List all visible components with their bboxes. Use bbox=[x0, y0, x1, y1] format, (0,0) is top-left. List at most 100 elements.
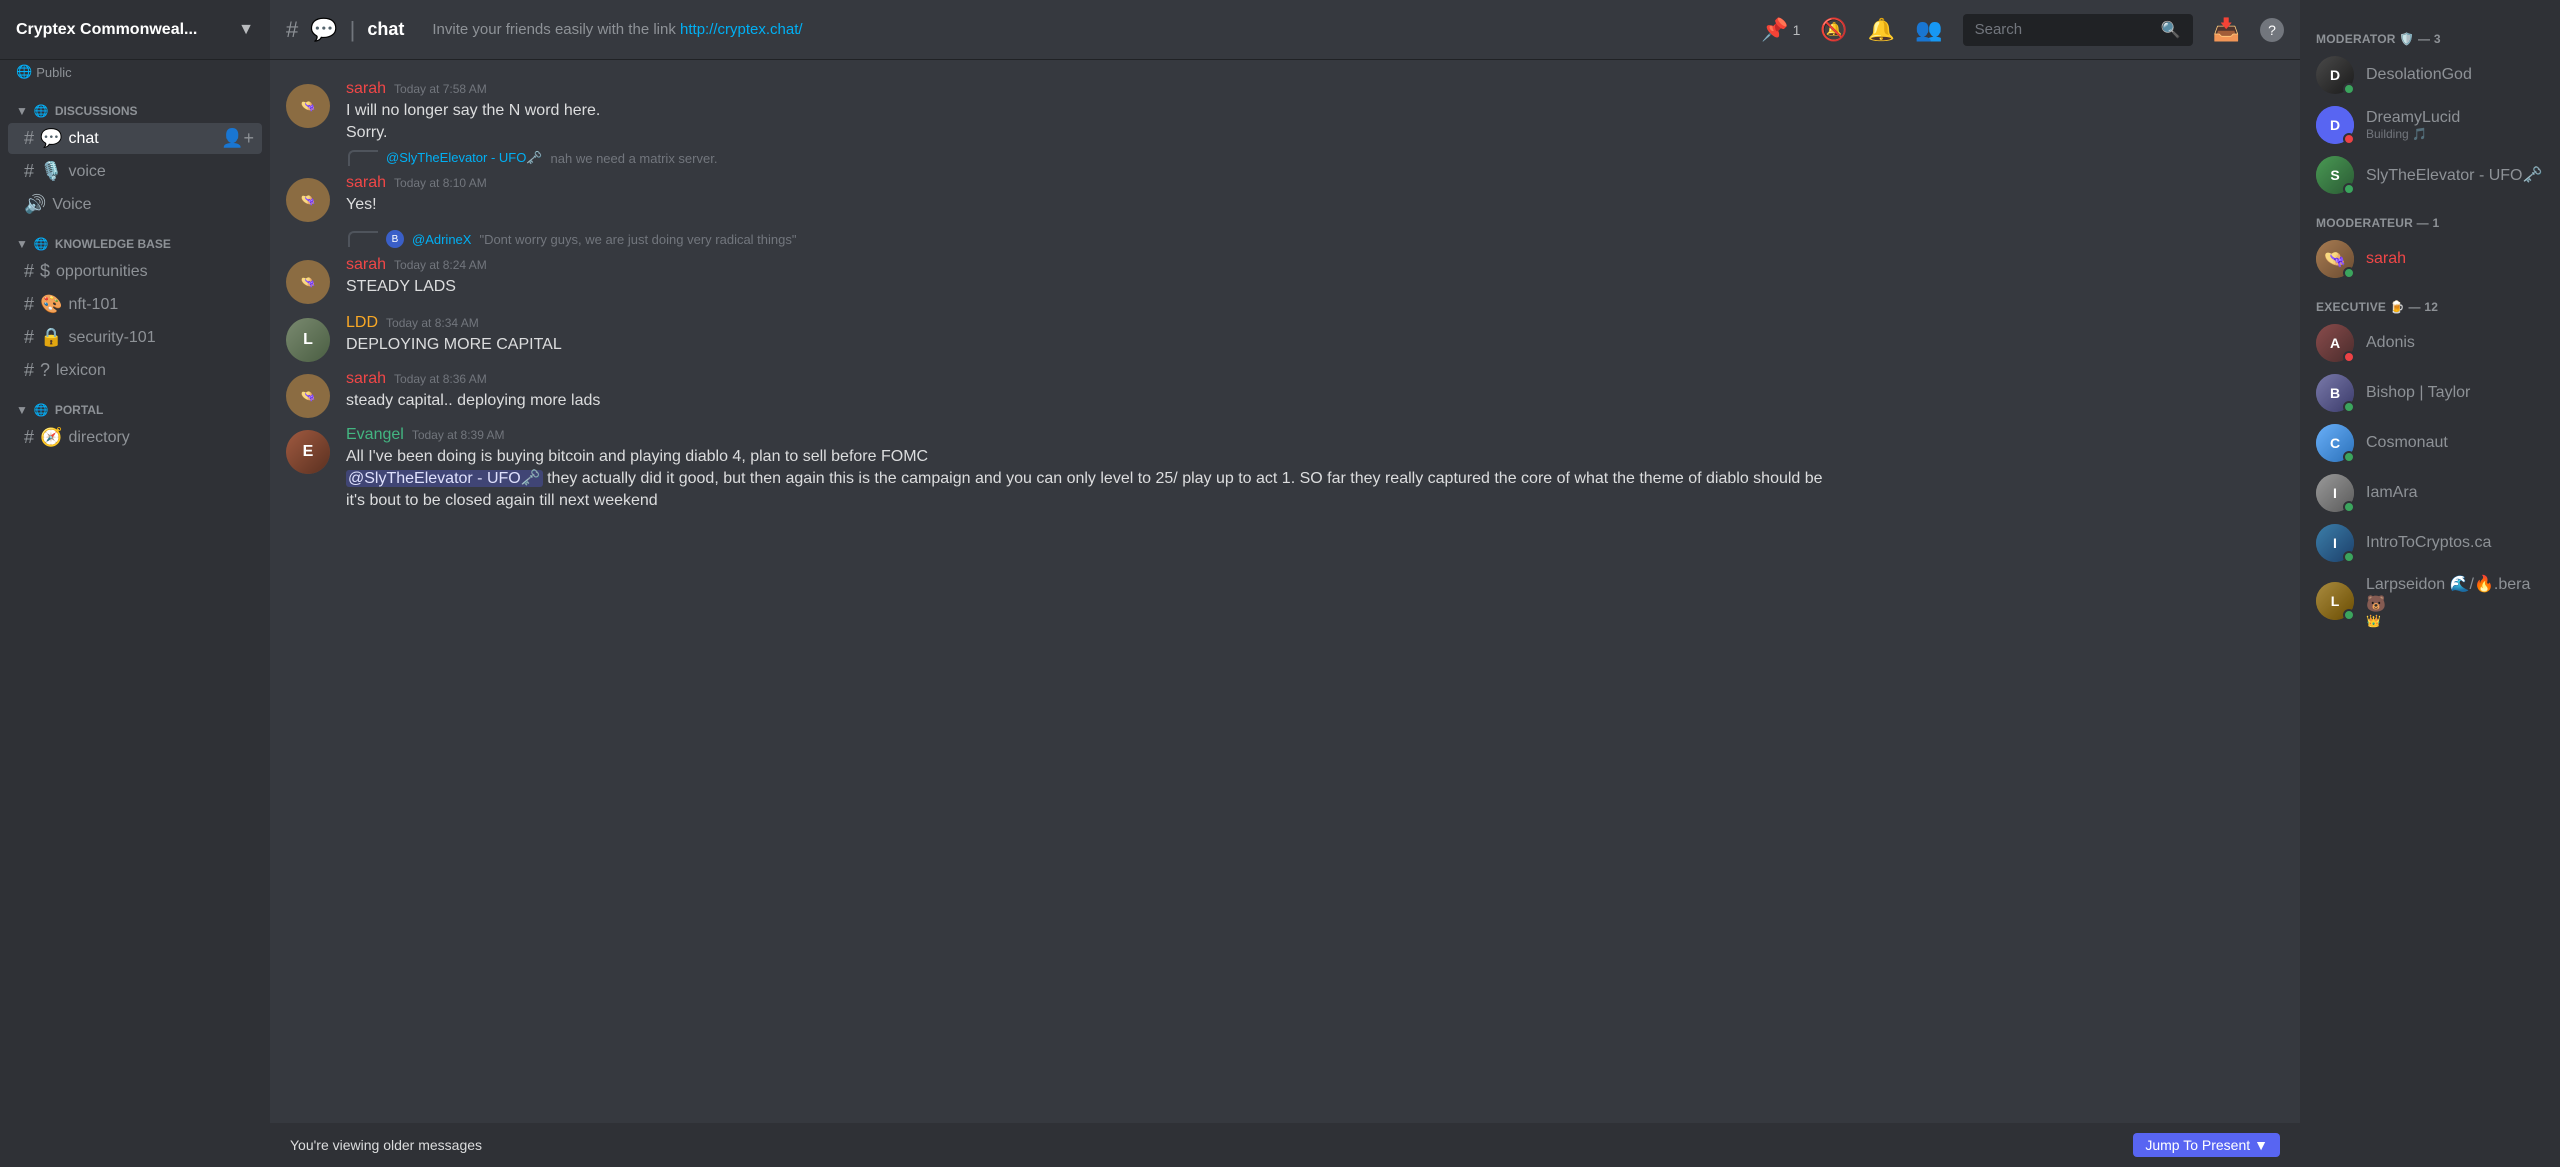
message-username[interactable]: sarah bbox=[346, 174, 386, 192]
executive-section-title: EXECUTIVE 🍺 — 12 bbox=[2308, 284, 2552, 318]
chat-header-icon: 💬 bbox=[310, 17, 337, 43]
channel-voice[interactable]: 🔊 Voice bbox=[8, 189, 262, 220]
message-username[interactable]: sarah bbox=[346, 80, 386, 98]
mooderateur-section-title: MOODERATEUR — 1 bbox=[2308, 200, 2552, 234]
inbox-button[interactable]: 📥 bbox=[2213, 17, 2240, 43]
header-actions: 📌 1 🔕 🔔 👥 🔍 📥 ? bbox=[1761, 14, 2284, 46]
reply-mention[interactable]: @SlyTheElevator - UFO🗝️ bbox=[386, 150, 543, 166]
member-sub: Building 🎵 bbox=[2366, 127, 2460, 141]
avatar: 👒 bbox=[2316, 240, 2354, 278]
member-name: SlyTheElevator - UFO🗝️ bbox=[2366, 165, 2542, 185]
speaker-icon: 🔊 bbox=[24, 194, 46, 215]
chevron-icon: ▼ bbox=[16, 237, 28, 251]
message-with-reply: B @AdrineX "Dont worry guys, we are just… bbox=[270, 228, 2300, 310]
message-username[interactable]: sarah bbox=[346, 256, 386, 274]
hash-icon: # bbox=[286, 17, 298, 43]
message-username[interactable]: sarah bbox=[346, 370, 386, 388]
mute-button[interactable]: 🔕 bbox=[1820, 17, 1847, 43]
member-adonis[interactable]: A Adonis bbox=[2308, 318, 2552, 368]
member-dreamylucid[interactable]: D DreamyLucid Building 🎵 bbox=[2308, 100, 2552, 150]
status-indicator bbox=[2343, 451, 2355, 463]
channel-security-101[interactable]: # 🔒 security-101 bbox=[8, 322, 262, 353]
channel-lexicon[interactable]: # ? lexicon bbox=[8, 355, 262, 386]
message-text: STEADY LADS bbox=[346, 276, 2284, 298]
search-bar[interactable]: 🔍 bbox=[1963, 14, 2193, 46]
message-text: All I've been doing is buying bitcoin an… bbox=[346, 446, 2284, 512]
globe-icon: 🌐 bbox=[34, 104, 49, 118]
member-name: Larpseidon 🌊/🔥.bera 🐻 bbox=[2366, 574, 2544, 614]
section-knowledge-base[interactable]: ▼ 🌐 KNOWLEDGE BASE bbox=[0, 221, 270, 255]
members-button[interactable]: 👥 bbox=[1915, 17, 1942, 43]
avatar: 👒 bbox=[286, 84, 330, 128]
member-introtocryptos[interactable]: I IntroToCryptos.ca bbox=[2308, 518, 2552, 568]
section-discussions[interactable]: ▼ 🌐 DISCUSSIONS bbox=[0, 88, 270, 122]
member-iamara[interactable]: I IamAra bbox=[2308, 468, 2552, 518]
member-desolationgod[interactable]: D DesolationGod bbox=[2308, 50, 2552, 100]
avatar: I bbox=[2316, 474, 2354, 512]
channel-directory[interactable]: # 🧭 directory bbox=[8, 422, 262, 453]
hash-icon: # bbox=[24, 161, 34, 182]
channel-opportunities[interactable]: # $ opportunities bbox=[8, 256, 262, 287]
avatar: E bbox=[286, 430, 330, 474]
status-indicator bbox=[2343, 83, 2355, 95]
question-icon: ? bbox=[40, 360, 50, 381]
avatar: L bbox=[2316, 582, 2354, 620]
member-larpseidon[interactable]: L Larpseidon 🌊/🔥.bera 🐻 👑 bbox=[2308, 568, 2552, 634]
pinned-count: 1 bbox=[1793, 22, 1801, 38]
globe-icon: 🌐 bbox=[34, 237, 49, 251]
reply-mention[interactable]: @AdrineX bbox=[412, 232, 471, 247]
message-header: sarah Today at 8:10 AM bbox=[346, 174, 2284, 192]
message-group: 👒 sarah Today at 8:10 AM Yes! bbox=[270, 170, 2300, 226]
reply-indicator: @SlyTheElevator - UFO🗝️ nah we need a ma… bbox=[270, 150, 2300, 166]
channel-chat[interactable]: # 💬 chat 👤+ bbox=[8, 123, 262, 154]
server-header[interactable]: Cryptex Commonweal... ▼ bbox=[0, 0, 270, 60]
member-name: IntroToCryptos.ca bbox=[2366, 534, 2491, 552]
member-bishop-taylor[interactable]: B Bishop | Taylor bbox=[2308, 368, 2552, 418]
server-name: Cryptex Commonweal... bbox=[16, 21, 197, 39]
mention[interactable]: @SlyTheElevator - UFO🗝️ bbox=[346, 470, 543, 487]
messages-container: 👒 sarah Today at 7:58 AM I will no longe… bbox=[270, 60, 2300, 1123]
hash-icon: # bbox=[24, 294, 34, 315]
message-header: LDD Today at 8:34 AM bbox=[346, 314, 2284, 332]
message-timestamp: Today at 8:39 AM bbox=[412, 428, 505, 442]
channel-voice-text[interactable]: # 🎙️ voice bbox=[8, 156, 262, 187]
member-cosmonaut[interactable]: C Cosmonaut bbox=[2308, 418, 2552, 468]
bell-icon: 🔔 bbox=[1868, 17, 1895, 43]
section-portal[interactable]: ▼ 🌐 PORTAL bbox=[0, 387, 270, 421]
channel-header-name: chat bbox=[367, 19, 404, 40]
member-sarah[interactable]: 👒 sarah bbox=[2308, 234, 2552, 284]
older-messages-bar: You're viewing older messages Jump To Pr… bbox=[270, 1123, 2300, 1167]
pinned-button[interactable]: 📌 1 bbox=[1761, 17, 1800, 43]
message-username[interactable]: LDD bbox=[346, 314, 378, 332]
notification-button[interactable]: 🔔 bbox=[1868, 17, 1895, 43]
avatar: L bbox=[286, 318, 330, 362]
message-content: sarah Today at 8:10 AM Yes! bbox=[346, 174, 2284, 222]
channel-nft-101[interactable]: # 🎨 nft-101 bbox=[8, 289, 262, 320]
channel-directory-label: directory bbox=[68, 429, 129, 447]
moderator-section-title: MODERATOR 🛡️ — 3 bbox=[2308, 16, 2552, 50]
message-username[interactable]: Evangel bbox=[346, 426, 404, 444]
message-group: 👒 sarah Today at 8:36 AM steady capital.… bbox=[270, 366, 2300, 422]
globe-icon: 🌐 bbox=[16, 64, 32, 80]
help-button[interactable]: ? bbox=[2260, 18, 2284, 42]
people-icon: 👥 bbox=[1915, 17, 1942, 43]
member-name: Bishop | Taylor bbox=[2366, 384, 2470, 402]
jump-to-present-button[interactable]: Jump To Present ▼ bbox=[2133, 1133, 2280, 1157]
dollar-icon: $ bbox=[40, 261, 50, 282]
member-slytheelevator[interactable]: S SlyTheElevator - UFO🗝️ bbox=[2308, 150, 2552, 200]
add-member-icon[interactable]: 👤+ bbox=[221, 128, 254, 149]
lock-icon: 🔒 bbox=[40, 327, 62, 348]
help-icon: ? bbox=[2260, 18, 2284, 42]
avatar: D bbox=[2316, 106, 2354, 144]
message-text: I will no longer say the N word here. So… bbox=[346, 100, 2284, 144]
avatar: 👒 bbox=[286, 178, 330, 222]
member-sub: 👑 bbox=[2366, 614, 2544, 628]
main-content: # 💬 | chat Invite your friends easily wi… bbox=[270, 0, 2300, 1167]
member-name: Cosmonaut bbox=[2366, 434, 2448, 452]
search-input[interactable] bbox=[1975, 21, 2153, 38]
member-name: IamAra bbox=[2366, 484, 2418, 502]
status-indicator bbox=[2343, 133, 2355, 145]
status-indicator bbox=[2343, 183, 2355, 195]
hash-icon: # bbox=[24, 261, 34, 282]
invite-link[interactable]: http://cryptex.chat/ bbox=[680, 21, 803, 38]
